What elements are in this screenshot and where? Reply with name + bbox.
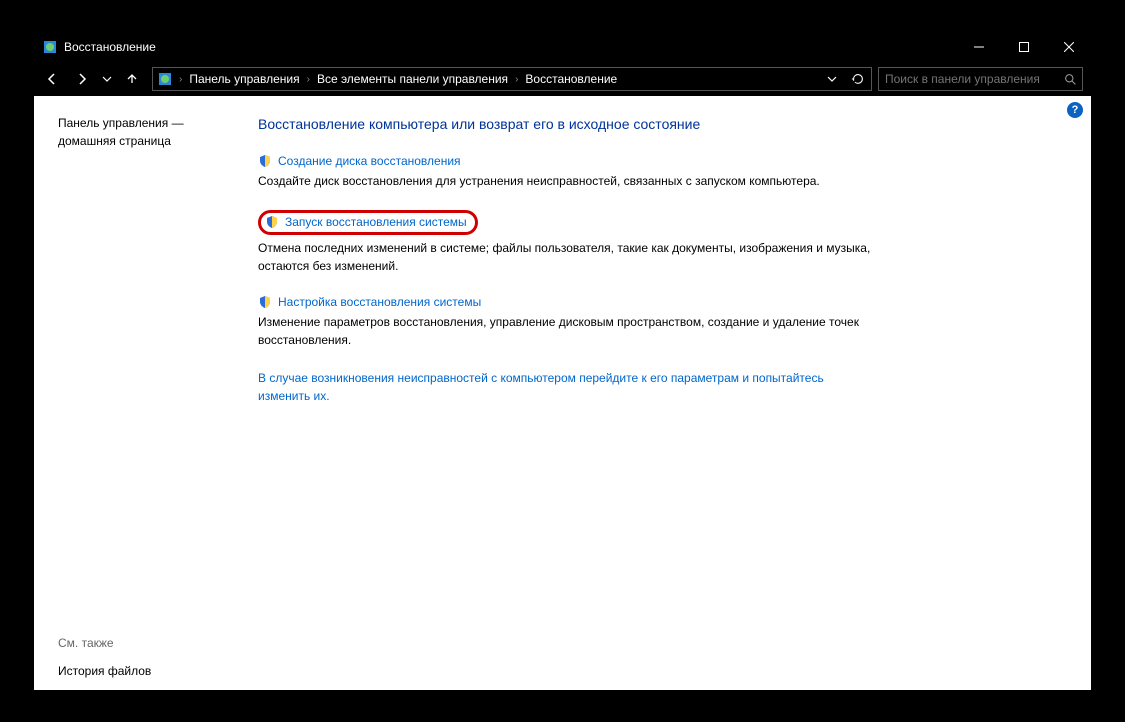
app-icon [42,39,58,55]
action-description: Отмена последних изменений в системе; фа… [258,239,878,275]
highlight-annotation: Запуск восстановления системы [258,210,478,235]
content-area: ? Панель управления — домашняя страница … [34,96,1091,690]
window-title: Восстановление [64,40,956,54]
action-description: Создайте диск восстановления для устране… [258,172,878,190]
window: Восстановление › Панель управления › Все… [34,32,1091,690]
history-dropdown[interactable] [819,68,845,90]
forward-button[interactable] [68,66,96,92]
breadcrumb-item[interactable]: Панель управления [184,72,304,86]
window-controls [956,32,1091,62]
back-button[interactable] [38,66,66,92]
help-button[interactable]: ? [1067,102,1083,118]
create-recovery-drive-link[interactable]: Создание диска восстановления [278,154,461,168]
troubleshoot-settings-link[interactable]: В случае возникновения неисправностей с … [258,369,878,405]
shield-icon [258,154,272,168]
address-icon [157,71,173,87]
configure-restore-link[interactable]: Настройка восстановления системы [278,295,481,309]
address-bar[interactable]: › Панель управления › Все элементы панел… [152,67,872,91]
breadcrumb-item[interactable]: Все элементы панели управления [312,72,513,86]
minimize-button[interactable] [956,32,1001,62]
refresh-button[interactable] [845,68,871,90]
search-button[interactable] [1058,73,1082,86]
chevron-right-icon: › [513,74,520,85]
page-title: Восстановление компьютера или возврат ег… [258,116,1031,132]
main-panel: Восстановление компьютера или возврат ег… [254,96,1091,690]
see-also-label: См. также [58,636,242,650]
search-input[interactable] [879,72,1058,86]
shield-icon [258,295,272,309]
chevron-right-icon: › [177,74,184,85]
up-button[interactable] [118,66,146,92]
file-history-link[interactable]: История файлов [58,664,242,678]
chevron-right-icon: › [305,74,312,85]
action-description: Изменение параметров восстановления, упр… [258,313,878,349]
breadcrumb-item[interactable]: Восстановление [520,72,622,86]
close-button[interactable] [1046,32,1091,62]
shield-icon [265,215,279,229]
navbar: › Панель управления › Все элементы панел… [34,62,1091,96]
action-create-recovery-drive: Создание диска восстановления Создайте д… [258,154,1031,190]
breadcrumb: Панель управления › Все элементы панели … [184,72,819,86]
control-panel-home-link[interactable]: Панель управления — домашняя страница [58,114,242,150]
search-box[interactable] [878,67,1083,91]
recent-dropdown[interactable] [98,66,116,92]
sidebar: Панель управления — домашняя страница См… [34,96,254,690]
maximize-button[interactable] [1001,32,1046,62]
action-configure-restore: Настройка восстановления системы Изменен… [258,295,1031,349]
titlebar: Восстановление [34,32,1091,62]
system-restore-link[interactable]: Запуск восстановления системы [285,215,467,229]
action-system-restore: Запуск восстановления системы Отмена пос… [258,210,1031,275]
